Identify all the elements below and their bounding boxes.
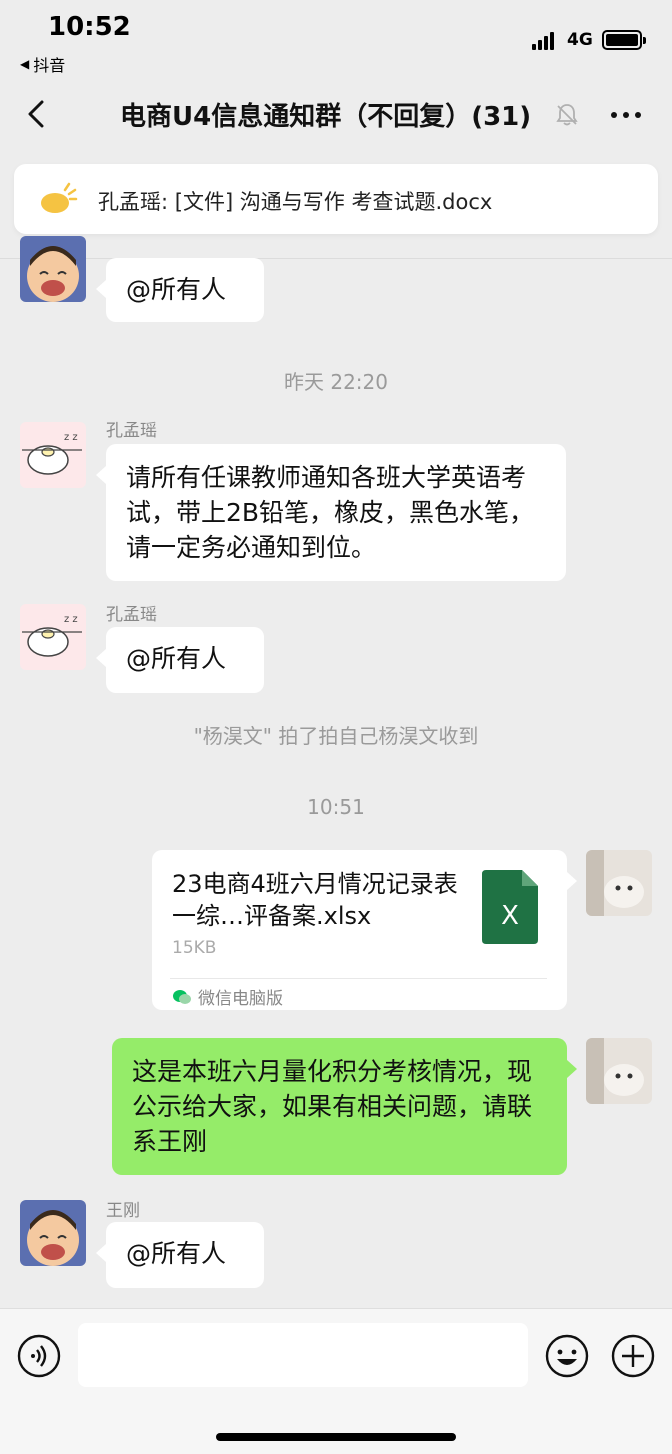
emoji-icon[interactable]: [544, 1333, 590, 1379]
avatar-self[interactable]: [586, 850, 652, 916]
divider: [0, 258, 672, 259]
avatar-kongmengyao[interactable]: z z: [20, 422, 86, 488]
home-indicator: [216, 1433, 456, 1441]
file-source-label: 微信电脑版: [198, 989, 283, 1009]
chat-title: 电商U4信息通知群（不回复）(31): [120, 102, 532, 132]
pinned-notice[interactable]: 孔孟瑶: [文件] 沟通与写作 考查试题.docx: [14, 164, 658, 234]
message-bubble[interactable]: @所有人: [96, 1222, 264, 1288]
message-bubble-self[interactable]: 这是本班六月量化积分考核情况，现公示给大家，如果有相关问题，请联系王刚: [112, 1038, 577, 1175]
network-type: 4G: [567, 30, 593, 50]
sender-name: 王刚: [106, 1201, 140, 1221]
back-triangle-icon: ◀: [20, 57, 30, 71]
notice-text: 孔孟瑶: [文件] 沟通与写作 考查试题.docx: [98, 190, 493, 214]
message-text: @所有人: [126, 275, 227, 304]
message-text: @所有人: [126, 1239, 227, 1268]
sender-name: 孔孟瑶: [106, 421, 157, 441]
signal-icon: [532, 32, 554, 50]
announcement-icon: [41, 182, 78, 213]
svg-text:z z: z z: [64, 432, 78, 443]
file-icon-letter: X: [501, 901, 519, 931]
more-options-icon[interactable]: [608, 102, 644, 128]
plus-icon[interactable]: [610, 1333, 656, 1379]
status-time: 10:52: [48, 12, 131, 42]
wechat-icon: [173, 989, 191, 1004]
avatar-wanggang[interactable]: [20, 1200, 86, 1266]
divider: [170, 978, 547, 979]
back-to-app[interactable]: ◀ 抖音: [20, 52, 65, 76]
file-size: 15KB: [172, 938, 217, 958]
file-source: 微信电脑版: [172, 984, 283, 1009]
message-text: @所有人: [126, 644, 227, 673]
avatar-kongmengyao[interactable]: z z: [20, 604, 86, 670]
sender-name: 孔孟瑶: [106, 605, 157, 625]
battery-icon: [602, 30, 646, 50]
message-bubble[interactable]: @所有人: [96, 627, 264, 693]
file-message-card[interactable]: 23电商4班六月情况记录表一综…评备案.xlsx 15KB X 微信电脑版: [152, 850, 577, 1010]
message-bubble[interactable]: 请所有任课教师通知各班大学英语考试，带上2B铅笔，橡皮，黑色水笔，请一定务必通知…: [96, 444, 566, 581]
avatar-wanggang-top[interactable]: [20, 236, 86, 302]
time-divider: 10:51: [307, 795, 365, 819]
message-bubble[interactable]: @所有人: [96, 258, 264, 322]
status-bar: 10:52 ◀ 抖音 4G: [0, 0, 672, 80]
mute-bell-icon: [556, 104, 578, 126]
back-app-label: 抖音: [33, 56, 66, 75]
back-arrow-icon[interactable]: [22, 94, 52, 134]
excel-file-icon: X: [482, 870, 538, 944]
svg-text:z z: z z: [64, 614, 78, 625]
input-bar: [0, 1308, 672, 1454]
chat-header: 电商U4信息通知群（不回复）(31): [0, 80, 672, 150]
message-text: 这是本班六月量化积分考核情况，现公示给大家，如果有相关问题，请联系王刚: [132, 1057, 533, 1156]
file-name: 23电商4班六月情况记录表一综…评备案.xlsx: [172, 870, 458, 930]
time-divider: 昨天 22:20: [284, 370, 388, 394]
message-input[interactable]: [78, 1323, 528, 1387]
avatar-self[interactable]: [586, 1038, 652, 1104]
voice-input-icon[interactable]: [16, 1333, 62, 1379]
system-message: "杨淏文" 拍了拍自己杨淏文收到: [193, 724, 479, 748]
message-text: 请所有任课教师通知各班大学英语考试，带上2B铅笔，橡皮，黑色水笔，请一定务必通知…: [126, 463, 535, 562]
